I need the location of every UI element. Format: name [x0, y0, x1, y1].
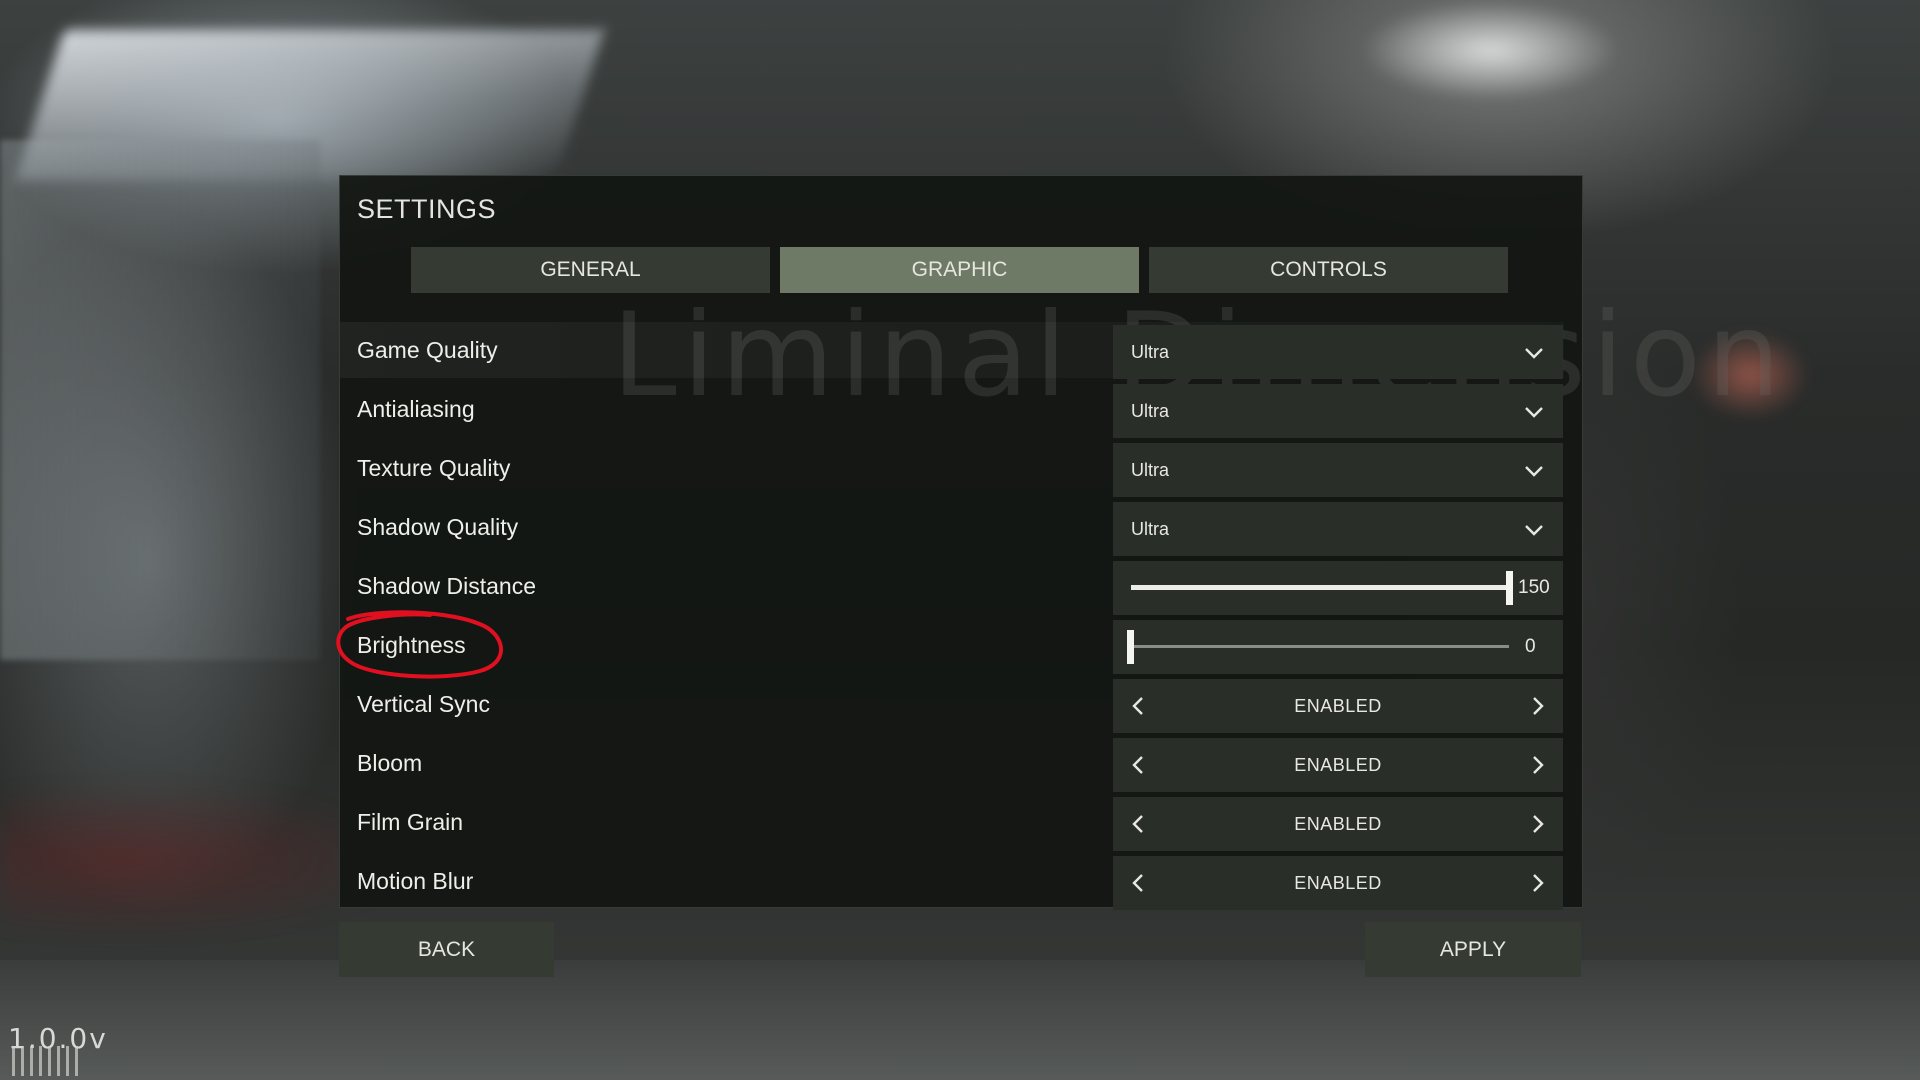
vertical-sync-selector: ENABLED — [1113, 679, 1563, 733]
setting-row-shadow-distance: Shadow Distance 150 — [340, 558, 1564, 615]
dropdown-value: Ultra — [1131, 342, 1170, 362]
page-title: SETTINGS — [357, 194, 497, 224]
setting-label: Shadow Distance — [357, 573, 536, 599]
tab-general[interactable]: GENERAL — [411, 247, 770, 293]
chevron-down-icon — [1525, 466, 1543, 477]
apply-button[interactable]: APPLY — [1365, 922, 1581, 977]
setting-label: Game Quality — [357, 337, 498, 363]
chevron-left-icon[interactable] — [1128, 695, 1150, 717]
chevron-down-icon — [1525, 407, 1543, 418]
slider-value: 0 — [1525, 636, 1536, 657]
setting-row-antialiasing: Antialiasing Ultra — [340, 381, 1564, 438]
highlight-circle-annotation — [336, 610, 503, 679]
dropdown-value: Ultra — [1131, 519, 1170, 539]
selector-value: ENABLED — [1294, 873, 1382, 893]
setting-label: Antialiasing — [357, 396, 475, 422]
dropdown-value: Ultra — [1131, 401, 1170, 421]
shadow-distance-slider[interactable]: 150 — [1113, 561, 1563, 615]
ceiling-light — [1360, 0, 1620, 100]
chevron-down-icon — [1525, 525, 1543, 536]
chevron-left-icon[interactable] — [1128, 872, 1150, 894]
slider-handle[interactable] — [1506, 571, 1513, 605]
setting-row-vertical-sync: Vertical Sync ENABLED — [340, 676, 1564, 733]
tab-controls[interactable]: CONTROLS — [1149, 247, 1508, 293]
floor — [0, 960, 1920, 1080]
slider-value: 150 — [1518, 577, 1550, 598]
selector-value: ENABLED — [1294, 755, 1382, 775]
dropdown-value: Ultra — [1131, 460, 1170, 480]
wall-light — [1690, 330, 1810, 420]
setting-label: Motion Blur — [357, 868, 474, 894]
chevron-left-icon[interactable] — [1128, 813, 1150, 835]
brightness-slider[interactable]: 0 — [1113, 620, 1563, 674]
setting-row-bloom: Bloom ENABLED — [340, 735, 1564, 792]
chevron-right-icon[interactable] — [1526, 695, 1548, 717]
wall — [0, 140, 320, 660]
version-bars — [12, 1046, 78, 1076]
slider-track[interactable] — [1131, 645, 1509, 648]
tab-graphic[interactable]: GRAPHIC — [780, 247, 1139, 293]
slider-handle[interactable] — [1127, 630, 1134, 664]
chevron-down-icon — [1525, 348, 1543, 359]
chevron-left-icon[interactable] — [1128, 754, 1150, 776]
shadow-quality-dropdown[interactable]: Ultra — [1113, 502, 1563, 556]
bloom-selector: ENABLED — [1113, 738, 1563, 792]
tab-bar: GENERAL GRAPHIC CONTROLS — [411, 247, 1509, 293]
setting-row-film-grain: Film Grain ENABLED — [340, 794, 1564, 851]
back-button[interactable]: BACK — [339, 922, 554, 977]
chevron-right-icon[interactable] — [1526, 754, 1548, 776]
antialiasing-dropdown[interactable]: Ultra — [1113, 384, 1563, 438]
setting-label: Bloom — [357, 750, 423, 776]
chevron-right-icon[interactable] — [1526, 872, 1548, 894]
game-quality-dropdown[interactable]: Ultra — [1113, 325, 1563, 379]
slider-track[interactable] — [1131, 585, 1509, 590]
chevron-right-icon[interactable] — [1526, 813, 1548, 835]
setting-label: Texture Quality — [357, 455, 511, 481]
selector-value: ENABLED — [1294, 696, 1382, 716]
texture-quality-dropdown[interactable]: Ultra — [1113, 443, 1563, 497]
setting-row-game-quality: Game Quality Ultra — [340, 322, 1564, 379]
selector-value: ENABLED — [1294, 814, 1382, 834]
setting-row-motion-blur: Motion Blur ENABLED — [340, 853, 1564, 910]
film-grain-selector: ENABLED — [1113, 797, 1563, 851]
setting-label: Film Grain — [357, 809, 464, 835]
setting-label: Vertical Sync — [357, 691, 490, 717]
setting-label: Shadow Quality — [357, 514, 519, 540]
motion-blur-selector: ENABLED — [1113, 856, 1563, 910]
setting-row-texture-quality: Texture Quality Ultra — [340, 440, 1564, 497]
setting-row-shadow-quality: Shadow Quality Ultra — [340, 499, 1564, 556]
setting-row-brightness: Brightness 0 — [340, 617, 1564, 674]
